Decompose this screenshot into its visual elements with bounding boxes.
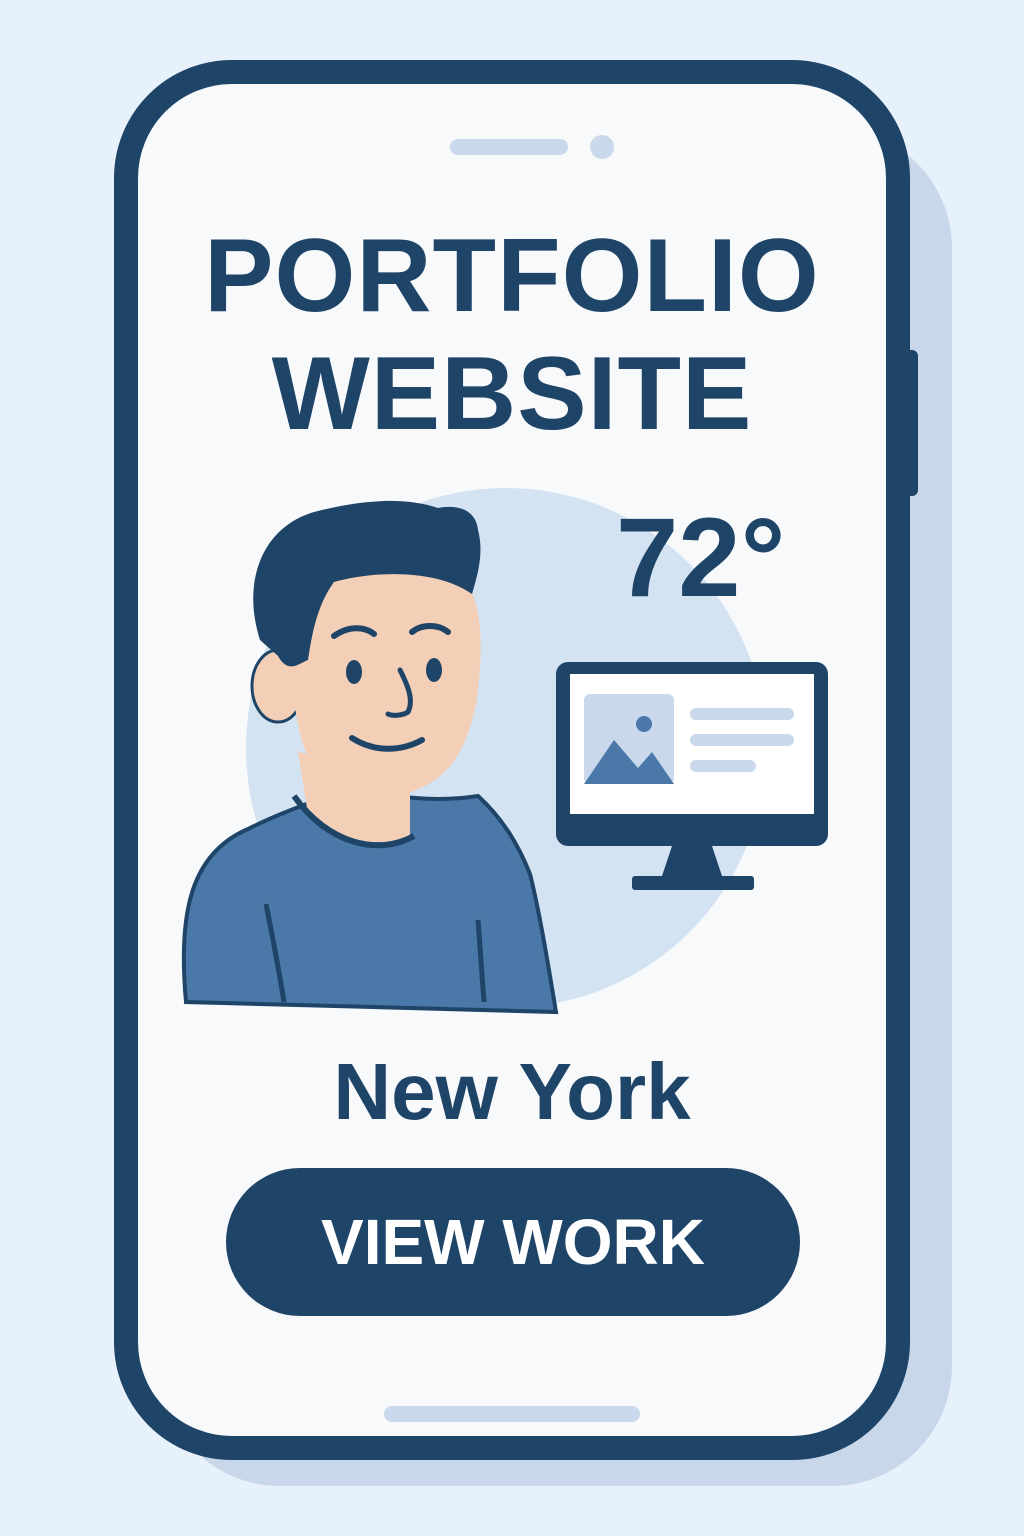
eye-left xyxy=(346,660,362,684)
eye-right xyxy=(426,658,442,682)
monitor-text-line xyxy=(690,708,794,720)
temperature-readout: 72° xyxy=(616,495,786,620)
monitor-text-line xyxy=(690,734,794,746)
image-placeholder-icon xyxy=(584,694,674,784)
phone-frame: PORTFOLIO WEBSITE 72° New York VIEW WORK xyxy=(114,60,910,1460)
city-label: New York xyxy=(333,1047,691,1136)
monitor-text-line xyxy=(690,760,756,772)
view-work-button-label: VIEW WORK xyxy=(321,1206,705,1278)
home-indicator[interactable] xyxy=(384,1406,640,1422)
view-work-button[interactable]: VIEW WORK xyxy=(226,1168,800,1316)
app-canvas: PORTFOLIO WEBSITE 72° New York VIEW WORK xyxy=(0,0,1024,1536)
